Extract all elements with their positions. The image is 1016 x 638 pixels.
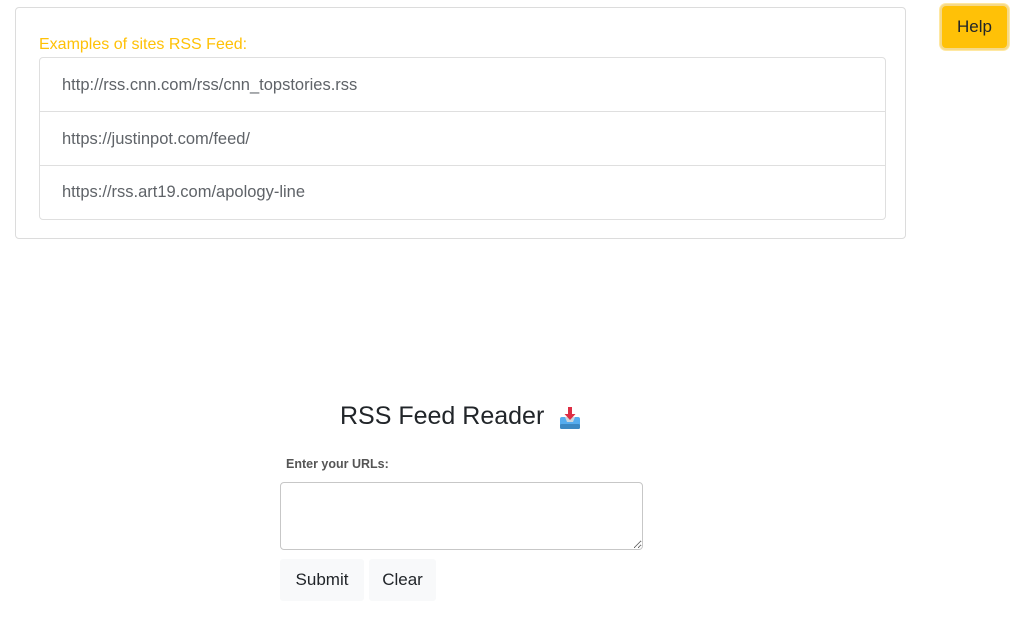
submit-button[interactable]: Submit	[280, 559, 364, 601]
url-label: Enter your URLs:	[286, 457, 389, 471]
examples-card: Examples of sites RSS Feed: http://rss.c…	[15, 7, 906, 239]
inbox-tray-icon	[558, 404, 582, 429]
help-button[interactable]: Help	[940, 4, 1009, 50]
clear-button[interactable]: Clear	[369, 559, 436, 601]
example-item-justinpot[interactable]: https://justinpot.com/feed/	[40, 112, 885, 166]
example-item-art19[interactable]: https://rss.art19.com/apology-line	[40, 166, 885, 219]
examples-title: Examples of sites RSS Feed:	[39, 36, 248, 53]
page-title: RSS Feed Reader	[340, 398, 582, 434]
url-textarea[interactable]	[280, 482, 643, 550]
example-list: http://rss.cnn.com/rss/cnn_topstories.rs…	[39, 57, 886, 220]
page: Examples of sites RSS Feed: http://rss.c…	[0, 0, 1016, 638]
page-title-text: RSS Feed Reader	[340, 402, 545, 430]
example-item-cnn[interactable]: http://rss.cnn.com/rss/cnn_topstories.rs…	[40, 58, 885, 112]
